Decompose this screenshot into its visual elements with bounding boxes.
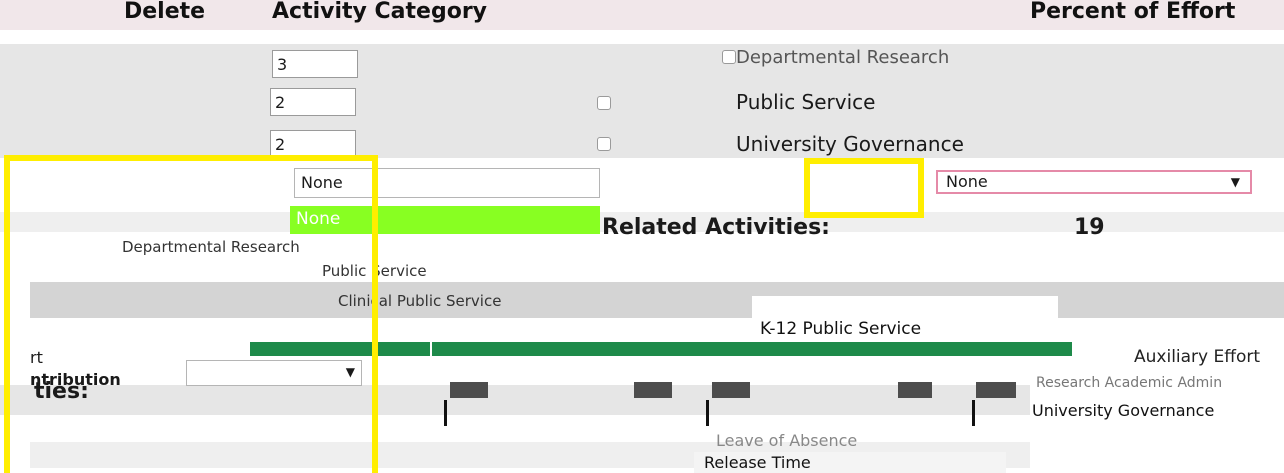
activity-category-header: Activity Category <box>272 0 488 24</box>
right-option-research-academic-admin[interactable]: Research Academic Admin <box>1036 374 1222 392</box>
activity-select-right[interactable]: None ▼ <box>936 170 1252 194</box>
bar-block-4 <box>898 382 932 398</box>
bar-block-5 <box>976 382 1016 398</box>
effort-green-bar-2 <box>432 342 1072 356</box>
delete-checkbox-row3[interactable] <box>597 137 611 151</box>
category-label-row1: Departmental Research <box>736 47 950 68</box>
column-divider-1 <box>444 400 447 426</box>
right-option-university-governance[interactable]: University Governance <box>1032 402 1214 420</box>
right-option-k12-public-service[interactable]: K-12 Public Service <box>760 320 921 338</box>
highlight-frame-right <box>804 158 924 218</box>
column-divider-2 <box>706 400 709 426</box>
chevron-down-icon: ▼ <box>1230 175 1240 189</box>
delete-checkbox-row1[interactable] <box>722 50 736 64</box>
bar-block-3 <box>712 382 750 398</box>
category-label-row2: Public Service <box>736 90 876 114</box>
highlight-frame-left <box>4 155 378 473</box>
activity-select-right-value: None <box>946 172 988 191</box>
percent-input-row3[interactable]: 2 <box>270 130 356 158</box>
right-option-leave-of-absence[interactable]: Leave of Absence <box>716 432 857 450</box>
total-effort-value: 19 <box>1074 215 1105 240</box>
effort-report-canvas: Delete Activity Category Percent of Effo… <box>0 0 1284 473</box>
row-band-3 <box>0 124 1284 158</box>
delete-checkbox-row2[interactable] <box>597 96 611 110</box>
percent-effort-header: Percent of Effort <box>1030 0 1236 24</box>
column-divider-3 <box>972 400 975 426</box>
percent-input-row1[interactable]: 3 <box>272 50 358 78</box>
related-activities-label: Related Activities: <box>602 215 830 240</box>
bar-block-1 <box>450 382 488 398</box>
bar-block-2 <box>634 382 672 398</box>
category-label-row3: University Governance <box>736 132 964 156</box>
delete-header: Delete <box>124 0 206 24</box>
right-option-release-time[interactable]: Release Time <box>704 454 811 472</box>
right-option-auxiliary-effort[interactable]: Auxiliary Effort <box>1134 348 1260 366</box>
row-band-1 <box>0 44 1284 84</box>
percent-input-row2[interactable]: 2 <box>270 88 356 116</box>
row-band-2 <box>0 84 1284 124</box>
